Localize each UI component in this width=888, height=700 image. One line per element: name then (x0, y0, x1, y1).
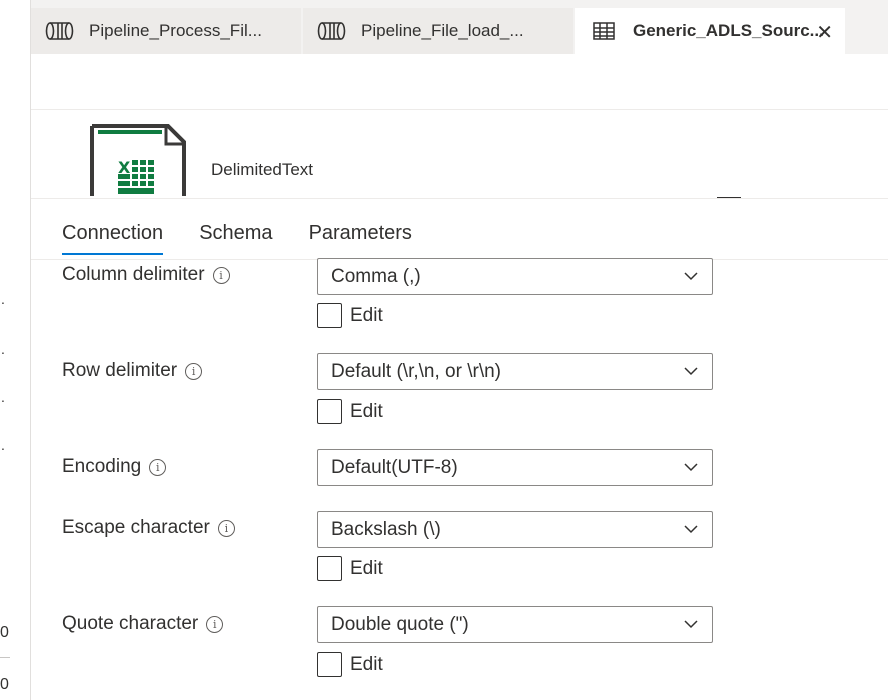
tab-label: Generic_ADLS_Sourc... (633, 21, 824, 40)
tab-connection[interactable]: Connection (62, 222, 164, 255)
divider (0, 657, 10, 658)
edit-checkbox[interactable] (317, 652, 342, 677)
excel-file-icon: X (90, 124, 186, 196)
encoding-label: Encoding i (62, 456, 167, 478)
tab-label: Pipeline_File_load_... (361, 21, 524, 40)
column-delimiter-edit[interactable]: Edit (317, 303, 383, 328)
info-icon[interactable]: i (212, 266, 230, 284)
tab-pipeline-file-load[interactable]: Pipeline_File_load_... (303, 8, 573, 54)
truncated-text: . (1, 291, 5, 307)
tab-pipeline-process-file[interactable]: Pipeline_Process_Fil... (31, 8, 301, 54)
truncated-text: . (1, 341, 5, 357)
edit-checkbox[interactable] (317, 399, 342, 424)
chevron-down-icon (684, 367, 698, 376)
close-icon[interactable]: ✕ (816, 20, 833, 45)
property-tabs: Connection Schema Parameters (62, 222, 448, 255)
field-label-text: Encoding (62, 456, 142, 477)
pipeline-icon (45, 20, 75, 42)
column-delimiter-dropdown[interactable]: Comma (,) (317, 258, 713, 295)
field-label-text: Row delimiter (62, 360, 178, 381)
tab-schema[interactable]: Schema (199, 222, 272, 255)
row-delimiter-label: Row delimiter i (62, 360, 203, 382)
row-delimiter-dropdown[interactable]: Default (\r,\n, or \r\n) (317, 353, 713, 390)
left-panel-edge: . . . . 0 0 (0, 0, 31, 700)
editor-toolbar (31, 54, 888, 110)
encoding-dropdown[interactable]: Default(UTF-8) (317, 449, 713, 486)
escape-character-label: Escape character i (62, 517, 235, 539)
pipeline-icon (317, 20, 347, 42)
field-label-text: Column delimiter (62, 264, 205, 285)
dropdown-value: Comma (,) (331, 265, 421, 287)
dropdown-value: Default (\r,\n, or \r\n) (331, 360, 501, 382)
field-label-text: Quote character (62, 613, 199, 634)
edit-label: Edit (350, 557, 383, 579)
dropdown-value: Backslash (\) (331, 518, 441, 540)
truncated-text: . (1, 389, 5, 405)
info-icon[interactable]: i (149, 458, 167, 476)
tab-generic-adls-source[interactable]: Generic_ADLS_Sourc... ✕ (575, 8, 845, 54)
tab-parameters[interactable]: Parameters (309, 222, 412, 255)
truncated-text: 0 (0, 624, 9, 641)
edit-label: Edit (350, 304, 383, 326)
info-icon[interactable]: i (206, 615, 224, 633)
dropdown-value: Double quote (") (331, 613, 469, 635)
divider (31, 198, 888, 199)
tab-label: Pipeline_Process_Fil... (89, 21, 262, 40)
quote-character-dropdown[interactable]: Double quote (") (317, 606, 713, 643)
escape-character-edit[interactable]: Edit (317, 556, 383, 581)
info-icon[interactable]: i (185, 362, 203, 380)
quote-character-label: Quote character i (62, 613, 224, 635)
dropdown-value: Default(UTF-8) (331, 456, 458, 478)
dataset-type-label: DelimitedText (211, 160, 314, 179)
row-delimiter-edit[interactable]: Edit (317, 399, 383, 424)
edit-label: Edit (350, 400, 383, 422)
edit-checkbox[interactable] (317, 556, 342, 581)
chevron-down-icon (684, 272, 698, 281)
chevron-down-icon (684, 620, 698, 629)
info-icon[interactable]: i (217, 519, 235, 537)
truncated-text: . (1, 437, 5, 453)
document-tab-bar: Pipeline_Process_Fil... Pipeline_File_lo… (31, 0, 888, 54)
truncated-text: 0 (0, 676, 9, 693)
escape-character-dropdown[interactable]: Backslash (\) (317, 511, 713, 548)
quote-character-edit[interactable]: Edit (317, 652, 383, 677)
chevron-down-icon (684, 525, 698, 534)
chevron-down-icon (684, 463, 698, 472)
field-label-text: Escape character (62, 517, 210, 538)
edit-label: Edit (350, 653, 383, 675)
edit-checkbox[interactable] (317, 303, 342, 328)
table-icon (589, 20, 619, 42)
column-delimiter-label: Column delimiter i (62, 264, 230, 286)
